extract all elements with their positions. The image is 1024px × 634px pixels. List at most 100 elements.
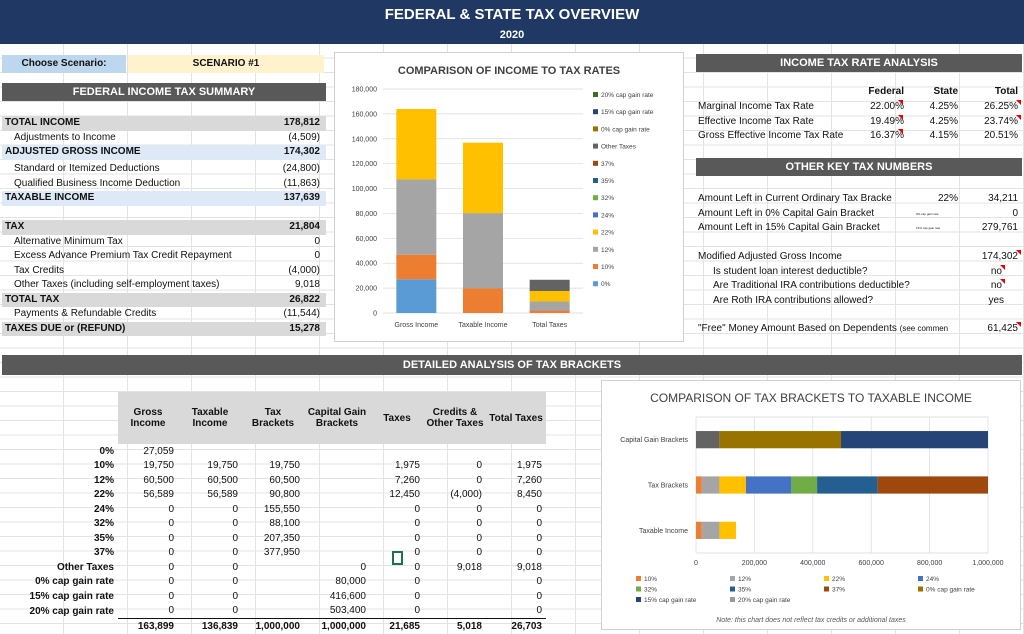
table-cell[interactable]: 0 [370, 517, 424, 532]
table-cell[interactable]: 0 [178, 502, 242, 517]
table-cell[interactable]: 0 [178, 517, 242, 532]
table-cell[interactable]: 60,500 [242, 473, 304, 488]
table-cell[interactable]: 9,018 [424, 560, 486, 575]
table-cell[interactable]: 26,703 [486, 618, 546, 634]
table-cell[interactable]: (4,000) [424, 488, 486, 503]
table-cell[interactable]: 0 [118, 546, 178, 561]
comment-indicator-icon[interactable] [898, 100, 903, 105]
table-cell[interactable]: 0 [370, 502, 424, 517]
table-cell[interactable]: 12,450 [370, 488, 424, 503]
table-cell[interactable]: 136,839 [178, 618, 242, 634]
table-cell[interactable]: 27,059 [118, 444, 178, 459]
table-cell[interactable] [424, 604, 486, 619]
table-cell[interactable] [304, 531, 370, 546]
table-cell[interactable]: 0 [178, 531, 242, 546]
table-cell[interactable] [486, 444, 546, 459]
comment-indicator-icon[interactable] [1016, 250, 1021, 255]
table-cell[interactable]: 0 [118, 560, 178, 575]
table-cell[interactable]: 19,750 [178, 459, 242, 474]
table-cell[interactable]: 1,975 [370, 459, 424, 474]
table-cell[interactable]: 0 [424, 459, 486, 474]
table-cell[interactable] [242, 560, 304, 575]
table-cell[interactable]: 0 [424, 517, 486, 532]
table-cell[interactable]: 0 [178, 589, 242, 604]
table-cell[interactable] [242, 575, 304, 590]
table-cell[interactable]: 7,260 [486, 473, 546, 488]
comment-indicator-icon[interactable] [1000, 279, 1005, 284]
table-cell[interactable]: 503,400 [304, 604, 370, 619]
table-cell[interactable] [178, 444, 242, 459]
table-cell[interactable]: 90,800 [242, 488, 304, 503]
table-cell[interactable] [304, 488, 370, 503]
comment-indicator-icon[interactable] [1000, 264, 1005, 270]
table-cell[interactable]: 1,975 [486, 459, 546, 474]
table-cell[interactable]: 1,000,000 [304, 618, 370, 634]
table-cell[interactable]: 56,589 [178, 488, 242, 503]
table-cell[interactable]: 0 [304, 560, 370, 575]
table-cell[interactable]: 19,750 [242, 459, 304, 474]
selected-cell[interactable] [392, 551, 403, 565]
table-cell[interactable] [304, 517, 370, 532]
table-cell[interactable] [304, 502, 370, 517]
table-cell[interactable] [370, 444, 424, 459]
table-cell[interactable]: 7,260 [370, 473, 424, 488]
table-cell[interactable]: 416,600 [304, 589, 370, 604]
table-cell[interactable]: 0 [118, 589, 178, 604]
table-cell[interactable]: 163,899 [118, 618, 178, 634]
table-cell[interactable]: 0 [486, 604, 546, 619]
table-cell[interactable]: 0 [486, 502, 546, 517]
table-cell[interactable]: 0 [486, 531, 546, 546]
table-cell[interactable]: 21,685 [370, 618, 424, 634]
table-cell[interactable]: 0 [178, 604, 242, 619]
table-cell[interactable] [242, 589, 304, 604]
scenario-select[interactable]: SCENARIO #1 [128, 55, 324, 73]
table-cell[interactable]: 0 [424, 546, 486, 561]
table-cell[interactable] [242, 604, 304, 619]
brackets-vs-taxable-chart[interactable]: COMPARISON OF TAX BRACKETS TO TAXABLE IN… [601, 380, 1021, 630]
table-cell[interactable]: 9,018 [486, 560, 546, 575]
table-cell[interactable]: 88,100 [242, 517, 304, 532]
table-cell[interactable]: 0 [118, 575, 178, 590]
table-cell[interactable]: 207,350 [242, 531, 304, 546]
table-cell[interactable]: 155,550 [242, 502, 304, 517]
comment-indicator-icon[interactable] [1016, 322, 1021, 327]
table-cell[interactable]: 0 [118, 517, 178, 532]
table-cell[interactable]: 0 [118, 502, 178, 517]
table-cell[interactable]: 0 [118, 604, 178, 619]
table-cell[interactable]: 0 [118, 531, 178, 546]
table-cell[interactable]: 0 [178, 546, 242, 561]
table-cell[interactable] [424, 575, 486, 590]
table-cell[interactable]: 0 [486, 575, 546, 590]
table-cell[interactable]: 0 [486, 589, 546, 604]
table-cell[interactable]: 0 [370, 531, 424, 546]
table-cell[interactable] [424, 444, 486, 459]
table-cell[interactable] [424, 589, 486, 604]
table-cell[interactable]: 377,950 [242, 546, 304, 561]
table-cell[interactable]: 0 [178, 575, 242, 590]
table-cell[interactable] [242, 444, 304, 459]
table-cell[interactable]: 0 [370, 604, 424, 619]
table-cell[interactable]: 0 [370, 589, 424, 604]
table-cell[interactable]: 60,500 [118, 473, 178, 488]
comment-indicator-icon[interactable] [898, 129, 903, 134]
table-cell[interactable]: 56,589 [118, 488, 178, 503]
table-cell[interactable]: 0 [178, 560, 242, 575]
table-cell[interactable] [304, 459, 370, 474]
table-cell[interactable]: 0 [486, 546, 546, 561]
table-cell[interactable]: 0 [424, 531, 486, 546]
table-cell[interactable]: 8,450 [486, 488, 546, 503]
table-cell[interactable]: 0 [486, 517, 546, 532]
table-cell[interactable]: 60,500 [178, 473, 242, 488]
table-cell[interactable]: 80,000 [304, 575, 370, 590]
table-cell[interactable]: 0 [370, 575, 424, 590]
table-cell[interactable]: 0 [424, 502, 486, 517]
income-tax-rates-chart[interactable]: COMPARISON OF INCOME TO TAX RATES 0 20,00… [334, 52, 684, 342]
table-cell[interactable]: 19,750 [118, 459, 178, 474]
comment-indicator-icon[interactable] [1016, 114, 1021, 120]
table-cell[interactable] [304, 546, 370, 561]
comment-indicator-icon[interactable] [1016, 100, 1021, 105]
table-cell[interactable]: 5,018 [424, 618, 486, 634]
table-cell[interactable]: 0 [424, 473, 486, 488]
comment-indicator-icon[interactable] [898, 114, 903, 120]
table-cell[interactable] [304, 444, 370, 459]
